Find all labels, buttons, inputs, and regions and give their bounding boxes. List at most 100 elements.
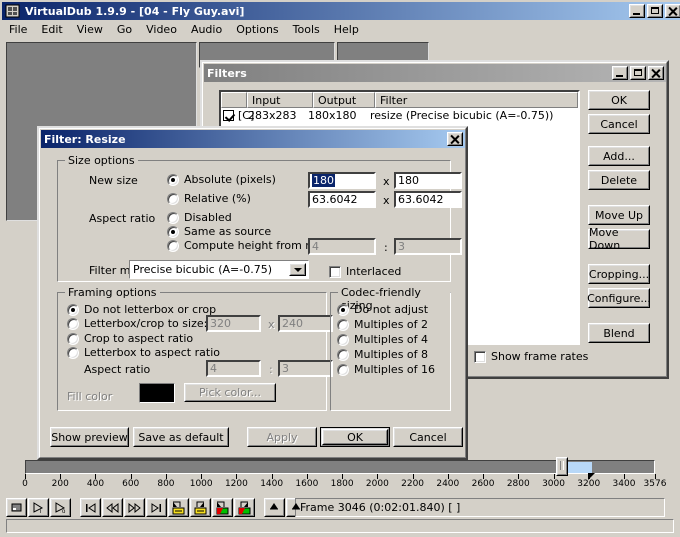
framing-letterbox-aspect-radio[interactable] — [67, 346, 79, 359]
menu-file[interactable]: File — [2, 22, 34, 37]
filters-blend-button[interactable]: Blend — [588, 323, 650, 343]
relative-percent-radio[interactable] — [167, 192, 179, 205]
codec-multiples-2-row[interactable]: Multiples of 2 — [337, 318, 428, 331]
absolute-pixels-radio[interactable] — [167, 173, 179, 186]
codec-multiples-2-radio[interactable] — [337, 318, 349, 331]
timeline-thumb[interactable] — [555, 457, 568, 476]
absolute-pixels-label: Absolute (pixels) — [184, 173, 276, 186]
maximize-button[interactable] — [647, 4, 663, 18]
filters-cancel-button[interactable]: Cancel — [588, 114, 650, 134]
absolute-width-value: 180 — [312, 174, 335, 187]
menu-audio[interactable]: Audio — [184, 22, 229, 37]
relative-width-input[interactable]: 63.6042 — [308, 191, 376, 208]
absolute-pixels-radio-row[interactable]: Absolute (pixels) — [167, 173, 276, 186]
framing-letterbox-aspect-row[interactable]: Letterbox to aspect ratio — [67, 346, 220, 359]
stop-icon[interactable] — [6, 498, 27, 517]
filters-close-button[interactable] — [648, 66, 664, 80]
compute-ratio-den-value: 3 — [398, 240, 405, 253]
interlaced-row[interactable]: Interlaced — [329, 265, 401, 278]
filters-col-input[interactable]: Input — [247, 92, 313, 108]
framing-no-letterbox-radio[interactable] — [67, 303, 79, 316]
codec-multiples-16-row[interactable]: Multiples of 16 — [337, 363, 435, 376]
next-scene-icon[interactable] — [234, 498, 255, 517]
menu-edit[interactable]: Edit — [34, 22, 69, 37]
filters-add-button[interactable]: Add... — [588, 146, 650, 166]
filters-col-filter[interactable]: Filter — [375, 92, 578, 108]
output-playback-icon[interactable]: i — [28, 498, 49, 517]
filters-configure-button[interactable]: Configure... — [587, 288, 651, 308]
filters-configure-label: Configure... — [587, 291, 651, 305]
show-frame-rates-checkbox[interactable] — [474, 350, 486, 363]
codec-multiples-16-radio[interactable] — [337, 363, 349, 376]
filters-move-up-label: Move Up — [594, 208, 644, 222]
input-playback-icon[interactable]: o — [50, 498, 71, 517]
aspect-disabled-radio[interactable] — [167, 211, 179, 224]
close-icon — [651, 69, 661, 78]
mark-in-icon[interactable] — [264, 498, 285, 517]
filters-move-down-button[interactable]: Move Down — [588, 226, 650, 252]
end-icon[interactable] — [146, 498, 167, 517]
minimize-icon — [633, 13, 640, 15]
table-row[interactable]: [C] 283x283 180x180 resize (Precise bicu… — [221, 108, 578, 123]
framing-no-letterbox-row[interactable]: Do not letterbox or crop — [67, 303, 216, 316]
filters-ok-button[interactable]: OK — [588, 90, 650, 110]
codec-multiples-4-row[interactable]: Multiples of 4 — [337, 333, 428, 346]
save-as-default-button[interactable]: Save as default — [133, 427, 229, 447]
minimize-button[interactable] — [629, 4, 645, 18]
compute-ratio-num-input: 4 — [308, 238, 376, 255]
filters-title-text: Filters — [207, 66, 247, 80]
framing-letterbox-size-row[interactable]: Letterbox/crop to size: — [67, 317, 207, 330]
relative-height-input[interactable]: 63.6042 — [394, 191, 462, 208]
relative-percent-radio-row[interactable]: Relative (%) — [167, 192, 251, 205]
menu-video[interactable]: Video — [139, 22, 184, 37]
filters-col-enable[interactable] — [221, 92, 247, 108]
timeline-tick-label: 2200 — [401, 479, 425, 489]
aspect-same-as-source-radio[interactable] — [167, 225, 179, 238]
aspect-disabled-radio-row[interactable]: Disabled — [167, 211, 232, 224]
filter-mode-combo[interactable]: Precise bicubic (A=-0.75) — [129, 260, 309, 279]
interlaced-checkbox[interactable] — [329, 265, 341, 278]
fill-color-swatch[interactable] — [139, 383, 175, 403]
filters-cropping-button[interactable]: Cropping... — [588, 264, 650, 284]
menu-tools[interactable]: Tools — [286, 22, 327, 37]
framing-crop-aspect-row[interactable]: Crop to aspect ratio — [67, 332, 193, 345]
codec-multiples-4-radio[interactable] — [337, 333, 349, 346]
filter-enabled-checkbox[interactable] — [223, 110, 234, 121]
fast-forward-icon[interactable] — [124, 498, 145, 517]
filter-output-cell: 180x180 — [308, 109, 357, 122]
aspect-same-as-source-radio-row[interactable]: Same as source — [167, 225, 271, 238]
relative-percent-label: Relative (%) — [184, 192, 251, 205]
menu-help[interactable]: Help — [327, 22, 366, 37]
prev-scene-icon[interactable] — [212, 498, 233, 517]
menu-options[interactable]: Options — [229, 22, 285, 37]
menu-go[interactable]: Go — [110, 22, 139, 37]
rewind-icon[interactable] — [102, 498, 123, 517]
prev-keyframe-icon[interactable] — [168, 498, 189, 517]
close-button[interactable] — [665, 4, 680, 18]
filters-col-output[interactable]: Output — [313, 92, 375, 108]
filters-maximize-button[interactable] — [630, 66, 646, 80]
menu-view[interactable]: View — [70, 22, 110, 37]
start-icon[interactable] — [80, 498, 101, 517]
absolute-height-input[interactable]: 180 — [394, 172, 462, 189]
filters-minimize-button[interactable] — [612, 66, 628, 80]
aspect-compute-height-radio[interactable] — [167, 239, 179, 252]
codec-multiples-8-radio[interactable] — [337, 348, 349, 361]
absolute-width-input[interactable]: 180 — [308, 172, 376, 189]
resize-cancel-button[interactable]: Cancel — [393, 427, 463, 447]
resize-close-button[interactable] — [447, 132, 463, 146]
framing-letterbox-size-radio[interactable] — [67, 317, 79, 330]
filters-ok-label: OK — [611, 93, 627, 107]
codec-do-not-adjust-row[interactable]: Do not adjust — [337, 303, 428, 316]
filters-delete-button[interactable]: Delete — [588, 170, 650, 190]
codec-multiples-8-row[interactable]: Multiples of 8 — [337, 348, 428, 361]
codec-do-not-adjust-radio[interactable] — [337, 303, 349, 316]
framing-crop-aspect-radio[interactable] — [67, 332, 79, 345]
show-frame-rates-row[interactable]: Show frame rates — [474, 350, 588, 363]
chevron-down-icon[interactable] — [289, 263, 306, 276]
show-preview-button[interactable]: Show preview — [50, 427, 129, 447]
letterbox-width-input: 320 — [206, 315, 261, 332]
next-keyframe-icon[interactable] — [190, 498, 211, 517]
resize-ok-button[interactable]: OK — [320, 427, 390, 447]
filters-move-up-button[interactable]: Move Up — [588, 205, 650, 225]
